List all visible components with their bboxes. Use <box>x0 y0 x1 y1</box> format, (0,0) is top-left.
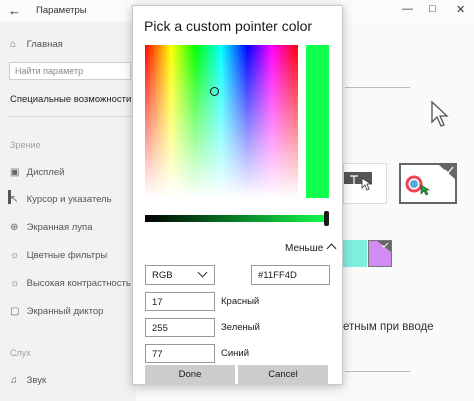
close-icon[interactable]: ✕ <box>456 3 465 16</box>
hex-input[interactable]: #11FF4D <box>251 265 330 285</box>
pointer-color-option-white[interactable] <box>343 163 387 204</box>
sidebar-item-home[interactable]: ⌂ Главная <box>10 39 63 50</box>
main-partial-text: етным при вводе <box>343 321 434 333</box>
pointer-preview-icon <box>431 100 449 127</box>
red-input[interactable]: 17 <box>145 292 215 311</box>
sidebar-item-color-filters[interactable]: ☼ Цветные фильтры <box>10 250 107 261</box>
sidebar-item-high-contrast[interactable]: ☼ Высокая контрастность <box>10 278 131 289</box>
less-label: Меньше <box>285 243 324 254</box>
narrator-icon: ▢ <box>10 306 20 317</box>
maximize-icon[interactable]: □ <box>429 3 436 15</box>
category-heading: Специальные возможности <box>10 94 132 105</box>
minimize-icon[interactable]: — <box>402 3 413 15</box>
cursor-icon: ↖ <box>10 194 19 205</box>
divider <box>345 371 410 372</box>
color-preview <box>306 45 329 198</box>
chevron-up-icon <box>326 243 337 254</box>
sidebar-item-label: Курсор и указатель <box>26 194 112 205</box>
checkmark-icon <box>377 241 391 252</box>
color-spectrum[interactable] <box>145 45 298 198</box>
color-filter-icon: ☼ <box>10 250 20 261</box>
pointer-color-option-custom[interactable] <box>399 163 457 204</box>
less-toggle-button[interactable]: Меньше <box>285 243 337 254</box>
contrast-icon: ☼ <box>10 278 20 289</box>
suggested-color-cyan[interactable] <box>343 240 367 267</box>
cancel-button[interactable]: Cancel <box>238 365 328 385</box>
value-slider-thumb[interactable] <box>324 211 329 226</box>
sidebar-item-cursor[interactable]: ↖ Курсор и указатель <box>10 194 112 205</box>
divider <box>345 87 410 88</box>
window-title: Параметры <box>36 5 87 16</box>
sidebar-item-label: Экранный диктор <box>26 306 104 317</box>
value-slider[interactable] <box>145 215 329 222</box>
custom-color-wheel-icon <box>405 165 455 196</box>
color-model-value: RGB <box>152 270 173 281</box>
divider <box>8 116 132 117</box>
blue-label: Синий <box>221 348 250 359</box>
sidebar-item-label: Дисплей <box>26 167 65 178</box>
inverted-pointer-icon <box>344 172 373 191</box>
search-input[interactable]: Найти параметр <box>9 62 131 80</box>
suggested-color-violet[interactable] <box>368 240 392 267</box>
sidebar-item-display[interactable]: ▣ Дисплей <box>10 167 64 178</box>
sidebar-item-label: Цветные фильтры <box>26 250 108 261</box>
sidebar-item-magnifier[interactable]: ⊕ Экранная лупа <box>10 222 92 233</box>
sidebar-item-sound[interactable]: ♫ Звук <box>10 375 46 386</box>
section-hearing: Слух <box>10 348 31 358</box>
sidebar-item-label: Звук <box>26 375 47 386</box>
green-label: Зеленый <box>221 322 260 333</box>
section-vision: Зрение <box>10 140 41 150</box>
sidebar-item-label: Экранная лупа <box>26 222 93 233</box>
green-input[interactable]: 255 <box>145 318 215 337</box>
red-label: Красный <box>221 296 260 307</box>
color-picker-dialog: Pick a custom pointer color Меньше RGB #… <box>132 5 343 385</box>
sidebar-home-label: Главная <box>26 39 63 50</box>
back-arrow-icon[interactable]: ← <box>8 3 21 18</box>
blue-input[interactable]: 77 <box>145 344 215 363</box>
done-button[interactable]: Done <box>145 365 235 385</box>
speaker-icon: ♫ <box>10 375 18 386</box>
sidebar-item-narrator[interactable]: ▢ Экранный диктор <box>10 306 103 317</box>
spectrum-picker-handle[interactable] <box>210 87 219 96</box>
sidebar-item-label: Высокая контрастность <box>26 278 131 289</box>
dialog-title: Pick a custom pointer color <box>144 18 313 34</box>
display-icon: ▣ <box>10 167 20 178</box>
home-icon: ⌂ <box>10 39 17 50</box>
magnifier-icon: ⊕ <box>10 222 19 233</box>
color-model-select[interactable]: RGB <box>145 265 215 285</box>
chevron-down-icon <box>197 267 208 278</box>
